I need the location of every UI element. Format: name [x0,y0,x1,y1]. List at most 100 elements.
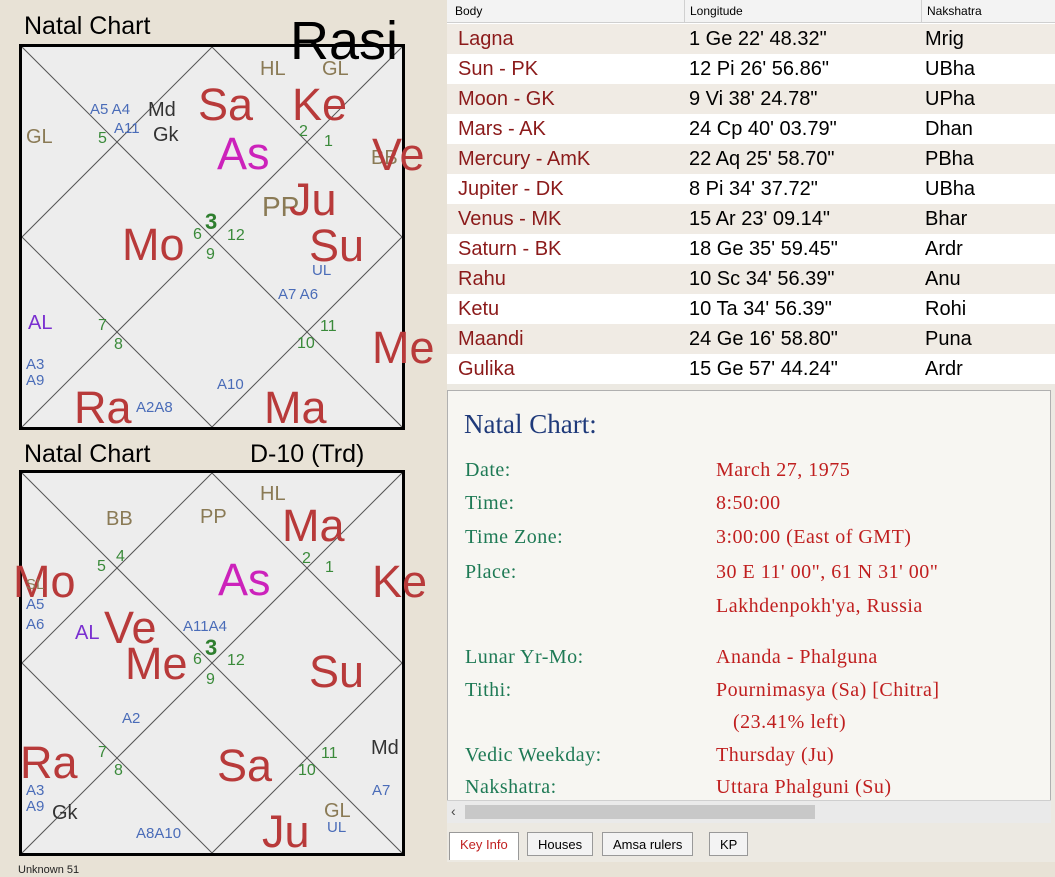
d10-house-10: 10 [298,762,316,779]
cell-body: Sun - PK [458,58,539,80]
tab-amsa-rulers[interactable]: Amsa rulers [602,832,694,856]
rasi-a9: A9 [26,372,45,389]
rasi-chart[interactable]: GL A5 A4 A11 5 Md Gk Sa As HL GL Ke 2 1 … [19,44,435,433]
col-header-longitude[interactable]: Longitude [690,4,743,18]
d10-gl: GL [324,800,351,822]
table-row[interactable]: Lagna 1 Ge 22' 48.32" Mrig [447,24,1055,54]
table-row[interactable]: Saturn - BK 18 Ge 35' 59.45" Ardr [447,234,1055,264]
tithi-left: (23.41% left) [733,711,847,733]
rasi-ma: Ma [264,382,327,433]
d10-ma: Ma [282,500,345,551]
place-coords: 30 E 11' 00", 61 N 31' 00" [716,561,939,583]
cell-longitude: 24 Ge 16' 58.80" [689,328,838,350]
rasi-chart-name: Rasi [290,11,399,71]
rasi-al: AL [28,312,53,334]
table-row[interactable]: Jupiter - DK 8 Pi 34' 37.72" UBha [447,174,1055,204]
date-label: Date: [465,459,511,481]
table-row[interactable]: Gulika 15 Ge 57' 44.24" Ardr [447,354,1055,384]
d10-a6: A6 [26,616,45,633]
rasi-md: Md [148,99,176,121]
d10-ul: UL [327,819,347,836]
d10-a7: A7 [372,782,391,799]
timezone-label: Time Zone: [465,526,564,548]
cell-longitude: 10 Ta 34' 56.39" [689,298,832,320]
d10-sa: Sa [217,740,273,791]
tab-kp[interactable]: KP [709,832,749,856]
d10-gk: Gk [52,802,78,824]
horizontal-scrollbar[interactable]: ‹ [447,800,1051,823]
d10-a3: A3 [26,782,45,799]
cell-longitude: 12 Pi 26' 56.86" [689,58,829,80]
d10-a8a10: A8A10 [136,825,182,842]
planet-table[interactable]: Body Longitude Nakshatra Lagna 1 Ge 22' 4… [447,0,1055,384]
timezone-value: 3:00:00 (East of GMT) [716,526,912,548]
cell-body: Mercury - AmK [458,148,591,170]
col-header-body[interactable]: Body [455,4,482,18]
tithi-label: Tithi: [465,679,512,701]
d10-house-1: 1 [325,559,334,576]
d10-house-9: 9 [206,671,215,688]
time-value: 8:50:00 [716,492,781,514]
rasi-a10: A10 [217,376,244,393]
weekday-value: Thursday (Ju) [716,744,835,766]
d10-a11a4: A11A4 [183,618,227,635]
cell-nakshatra: Dhan [925,118,973,140]
d10-sl: SL [26,576,45,593]
rasi-gk: Gk [153,124,179,146]
d10-house-3: 3 [205,635,218,660]
cell-longitude: 18 Ge 35' 59.45" [689,238,838,260]
cell-body: Venus - MK [458,208,562,230]
cell-nakshatra: UBha [925,178,976,200]
table-row[interactable]: Rahu 10 Sc 34' 56.39" Anu [447,264,1055,294]
rasi-a7a6: A7 A6 [278,286,319,303]
col-divider[interactable] [684,0,685,22]
d10-chart-title: Natal Chart [24,440,151,468]
col-divider[interactable] [921,0,922,22]
cell-body: Rahu [458,268,506,290]
weekday-label: Vedic Weekday: [465,744,602,766]
col-header-nakshatra[interactable]: Nakshatra [927,4,982,18]
d10-chart-name: D-10 (Trd) [250,440,365,468]
cell-body: Lagna [458,28,514,50]
rasi-chart-title: Natal Chart [24,12,151,40]
rasi-ju: Ju [289,174,337,225]
rasi-a3: A3 [26,356,45,373]
rasi-house-6: 6 [193,226,202,243]
d10-as: As [218,554,271,605]
d10-house-8: 8 [114,762,123,779]
table-row[interactable]: Maandi 24 Ge 16' 58.80" Puna [447,324,1055,354]
scroll-left-icon[interactable]: ‹ [451,803,456,819]
rasi-house-2: 2 [299,123,308,140]
table-row[interactable]: Mars - AK 24 Cp 40' 03.79" Dhan [447,114,1055,144]
table-row[interactable]: Sun - PK 12 Pi 26' 56.86" UBha [447,54,1055,84]
rasi-house-3: 3 [205,209,218,234]
lunar-label: Lunar Yr-Mo: [465,646,584,668]
scrollbar-thumb[interactable] [465,805,815,819]
tab-houses[interactable]: Houses [527,832,594,856]
tab-key-info[interactable]: Key Info [449,832,519,860]
rasi-ke: Ke [292,79,348,130]
rasi-me: Me [372,322,435,373]
table-row[interactable]: Moon - GK 9 Vi 38' 24.78" UPha [447,84,1055,114]
d10-chart[interactable]: BB PP HL Ma 2 1 Ke Mo SL A5 A6 5 4 As AL… [13,470,427,856]
cell-longitude: 15 Ge 57' 44.24" [689,358,838,380]
info-title: Natal Chart: [464,409,597,439]
rasi-hl: HL [260,58,286,80]
cell-body: Saturn - BK [458,238,562,260]
rasi-sa: Sa [198,79,254,130]
d10-house-6: 6 [193,651,202,668]
table-row[interactable]: Mercury - AmK 22 Aq 25' 58.70" PBha [447,144,1055,174]
cell-nakshatra: UBha [925,58,976,80]
rasi-house-8: 8 [114,336,123,353]
table-row[interactable]: Ketu 10 Ta 34' 56.39" Rohi [447,294,1055,324]
d10-house-7: 7 [98,744,107,761]
cell-longitude: 8 Pi 34' 37.72" [689,178,818,200]
d10-md: Md [371,737,399,759]
cell-body: Mars - AK [458,118,546,140]
d10-house-11: 11 [321,745,338,762]
table-row[interactable]: Venus - MK 15 Ar 23' 09.14" Bhar [447,204,1055,234]
d10-su: Su [309,646,365,697]
rasi-house-7: 7 [98,317,107,334]
d10-house-4: 4 [116,548,125,565]
cell-body: Jupiter - DK [458,178,564,200]
